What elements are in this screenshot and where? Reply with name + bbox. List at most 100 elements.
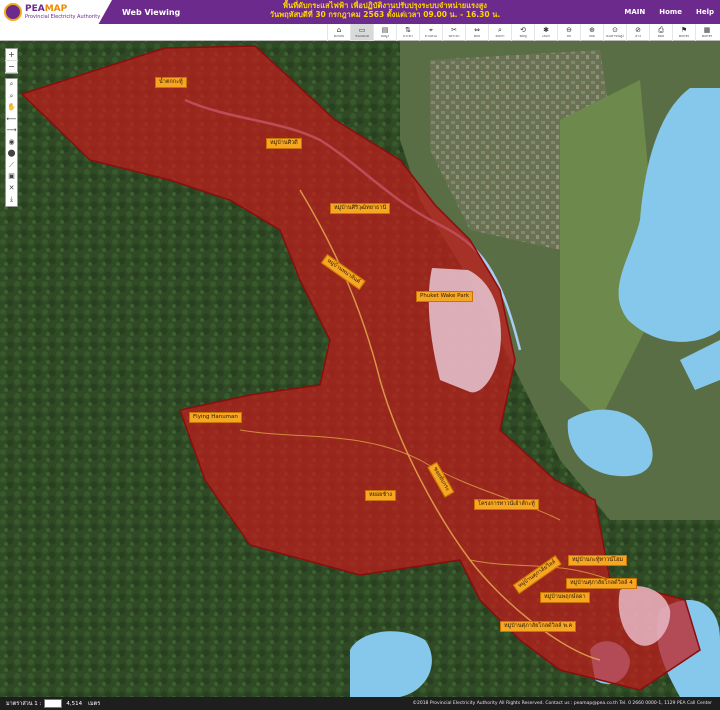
map-label: Flying Hanuman	[189, 412, 242, 424]
toolbar-button[interactable]: ⊘ ล้าง	[626, 24, 649, 41]
toolbar-button[interactable]: ⌕ ค้นหา	[488, 24, 511, 41]
brand-subtitle: Provincial Electricity Authority	[25, 13, 101, 20]
scale-label: มาตราส่วน 1 :	[6, 700, 42, 707]
top-nav: MAIN Home Help	[624, 0, 714, 24]
tool-label: ค้นหา	[495, 34, 505, 38]
tool-label: ลบ	[566, 34, 572, 38]
zoom-box-in-icon[interactable]: ⌕	[5, 79, 18, 91]
marker-icon[interactable]: ⬤	[5, 148, 18, 160]
map-label: หมู่บ้านศุภาลัยโกลด์วิลล์ พ.ค	[500, 621, 577, 633]
toolbar-button[interactable]: ⊖ ลบ	[557, 24, 580, 41]
scale-value: 4,514	[66, 700, 83, 707]
tool-icon: ⊘	[635, 25, 641, 34]
toolbar-button[interactable]: ▦ Buffer	[695, 24, 718, 41]
tool-label: ข้อมูล	[380, 34, 390, 38]
tool-label: Buffer	[678, 34, 690, 38]
app-header: PEAMAP Provincial Electricity Authority …	[0, 0, 720, 24]
tool-icon: ⊙	[612, 25, 618, 34]
tool-icon: ⎙	[658, 25, 664, 34]
toolbar-button[interactable]: ⌖ ตำแหน่ง	[419, 24, 442, 41]
toolbar-button[interactable]: ▤ ข้อมูล	[373, 24, 396, 41]
tool-label: ตำแหน่ง	[424, 34, 438, 38]
zoom-box-out-icon[interactable]: ⌕	[5, 91, 18, 103]
tool-icon: ⇅	[405, 25, 411, 34]
tool-icon: ⌕	[498, 25, 502, 34]
tool-icon: ⊕	[589, 25, 595, 34]
tool-icon: ✱	[543, 25, 549, 34]
pan-icon[interactable]: ✋	[5, 102, 18, 114]
tool-icon: ▭	[358, 25, 366, 34]
reservoir-south	[350, 631, 432, 697]
map-label: หมู่บ้านศิวดี	[266, 138, 302, 150]
toolbar-button[interactable]: ⇔ พิกัด	[465, 24, 488, 41]
tool-label: ค้นหาขั้นสูง	[606, 34, 624, 38]
brand-logo[interactable]: PEAMAP Provincial Electricity Authority	[0, 0, 112, 24]
measure-icon[interactable]: ⟋	[5, 160, 18, 172]
map-label: หมู่บ้านกะทู้ทาวน์โฮม	[568, 555, 627, 567]
notice-line-2: วันพฤหัสบดีที่ 30 กรกฎาคม 2563 ตั้งแต่เว…	[269, 9, 501, 19]
tool-icon: ▦	[703, 25, 711, 34]
pea-logo-icon	[4, 3, 22, 21]
toolbar-button[interactable]: ⌂ คงกลับ	[327, 24, 350, 41]
tool-label: พิกัด	[473, 34, 481, 38]
tool-label: คงกลับ	[333, 34, 345, 38]
map-label: น้ำตกกะทู้	[155, 77, 187, 89]
tool-label: เลือก	[542, 34, 550, 38]
toolbar-button[interactable]: ✱ เลือก	[534, 24, 557, 41]
forward-icon[interactable]: ⟶	[5, 125, 18, 137]
map-canvas[interactable]: น้ำตกกะทู้ หมู่บ้านศิวดี หมู่บ้านศิริวุฒ…	[0, 41, 720, 697]
toolbar-button[interactable]: ⊙ ค้นหาขั้นสูง	[603, 24, 626, 41]
tool-label: ชั้นแผนที่	[355, 34, 369, 38]
nav-main[interactable]: MAIN	[624, 8, 645, 16]
tool-icon: ⟲	[520, 25, 526, 34]
map-svg	[0, 41, 720, 697]
tool-icon: ▤	[381, 25, 389, 34]
copyright: ©2018 Provincial Electricity Authority A…	[412, 701, 712, 706]
toolbar-button[interactable]: ⊕ เพิ่ม	[580, 24, 603, 41]
side-tools: ⌕ ⌕ ✋ ⟵ ⟶ ◉ ⬤ ⟋ ▣ ✕ ⤓	[5, 78, 18, 207]
toolbar-button[interactable]: ⟲ ฟื้นฟู	[511, 24, 534, 41]
tool-icon: ⌖	[429, 25, 433, 34]
map-label: หมู่บ้านศิริวุฒิทยาธานี	[330, 203, 391, 215]
tool-label: วัดระยะ	[448, 34, 460, 38]
toolbar-button[interactable]: ✂ วัดระยะ	[442, 24, 465, 41]
zoom-controls: + −	[5, 48, 18, 74]
nav-home[interactable]: Home	[659, 8, 682, 16]
layer-icon[interactable]: ▣	[5, 171, 18, 183]
map-label: Phuket Wake Park	[416, 291, 474, 303]
map-label: หมู่บ้านศุภาลัยโกลด์วิลล์ 4	[566, 578, 637, 590]
app-title: Web Viewing	[122, 7, 181, 17]
toolbar-button[interactable]: ⇅ นำเข้า	[396, 24, 419, 41]
locate-icon[interactable]: ◉	[5, 137, 18, 149]
tool-label: เพิ่ม	[589, 34, 595, 38]
clear-icon[interactable]: ✕	[5, 183, 18, 195]
tool-icon: ✂	[451, 25, 457, 34]
map-toolbar: ⌂ คงกลับ ▭ ชั้นแผนที่ ▤ ข้อมูล ⇅ นำเข้า ⌖ ตำแหน่ง…	[0, 24, 720, 41]
zoom-out-button[interactable]: −	[5, 61, 18, 73]
map-label: หยอยช้าง	[365, 490, 396, 502]
tool-label: ล้าง	[635, 34, 641, 38]
zoom-in-button[interactable]: +	[5, 49, 18, 61]
download-icon[interactable]: ⤓	[5, 194, 18, 206]
status-bar: มาตราส่วน 1 : 4,514 เมตร ©2018 Provincia…	[0, 697, 720, 710]
tool-label: Buffer	[701, 34, 713, 38]
outage-notice: พื้นที่ดับกระแสไฟฟ้า เพื่อปฏิบัติงานปรับ…	[235, 1, 535, 19]
map-application: PEAMAP Provincial Electricity Authority …	[0, 0, 720, 710]
tool-icon: ⌂	[336, 25, 342, 34]
brand-name: PEAMAP	[25, 3, 68, 14]
scale-unit: เมตร	[88, 700, 101, 707]
toolbar-button[interactable]: ⚑ Buffer	[672, 24, 695, 41]
toolbar-button[interactable]: ▭ ชั้นแผนที่	[350, 24, 373, 41]
nav-help[interactable]: Help	[696, 8, 714, 16]
tool-icon: ⚑	[680, 25, 688, 34]
scale-input[interactable]	[44, 699, 63, 708]
toolbar-button[interactable]: ⎙ พิมพ์	[649, 24, 672, 41]
tool-icon: ⇔	[474, 25, 480, 34]
tool-label: พิมพ์	[657, 34, 665, 38]
map-label: โครงการทาวน์เฮ้าส์กะทู้	[474, 499, 539, 511]
tool-icon: ⊖	[566, 25, 572, 34]
back-icon[interactable]: ⟵	[5, 114, 18, 126]
tool-label: ฟื้นฟู	[519, 34, 527, 38]
toolbar-tools: ⌂ คงกลับ ▭ ชั้นแผนที่ ▤ ข้อมูล ⇅ นำเข้า ⌖ ตำแหน่ง…	[327, 24, 718, 41]
tool-label: นำเข้า	[403, 34, 413, 38]
